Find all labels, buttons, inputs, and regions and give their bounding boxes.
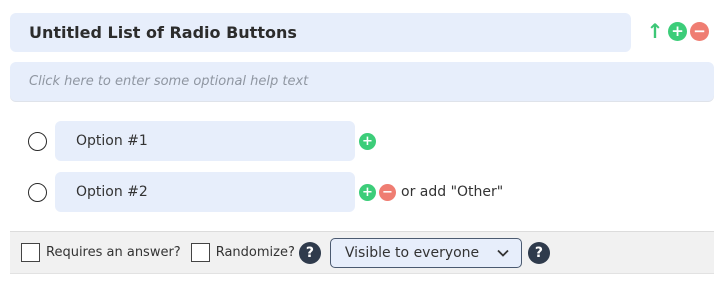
visibility-select[interactable]: Visible to everyone [329,237,522,268]
radio-button-1[interactable] [28,131,47,151]
randomize-checkbox[interactable] [190,243,210,262]
add-question-button[interactable]: + [668,21,687,41]
requires-answer-checkbox[interactable] [21,243,40,262]
visibility-help-icon[interactable]: ? [527,241,550,264]
option-controls-2: + − or add "Other" [359,183,503,201]
option-field-1[interactable]: Option #1 [55,121,355,161]
chevron-down-icon [497,249,509,257]
randomize-label: Randomize? [215,245,295,260]
option-field-2[interactable]: Option #2 [55,172,355,212]
question-title-field[interactable]: Untitled List of Radio Buttons [10,13,631,52]
help-text-placeholder: Click here to enter some optional help t… [29,74,309,89]
option-controls-1: + [359,132,379,150]
add-option-button[interactable]: + [359,183,376,201]
add-option-button[interactable]: + [359,132,376,150]
option-label-1: Option #1 [76,133,148,149]
visibility-selected-value: Visible to everyone [344,244,480,261]
option-row-1: Option #1 + [28,121,379,161]
remove-option-button[interactable]: − [379,183,396,201]
option-row-2: Option #2 + − or add "Other" [28,172,503,212]
help-text-field[interactable]: Click here to enter some optional help t… [10,62,714,101]
requires-answer-label: Requires an answer? [46,245,181,260]
arrow-up-icon[interactable]: ↑ [646,19,664,43]
radio-button-2[interactable] [28,182,47,202]
randomize-help-icon[interactable]: ? [298,241,321,264]
question-title-text: Untitled List of Radio Buttons [29,23,297,42]
question-settings-bar: Requires an answer? Randomize? ? Visible… [10,231,714,274]
option-label-2: Option #2 [76,184,148,200]
add-other-link[interactable]: or add "Other" [401,184,503,200]
question-controls: ↑ + − [646,19,712,43]
remove-question-button[interactable]: − [690,21,709,41]
